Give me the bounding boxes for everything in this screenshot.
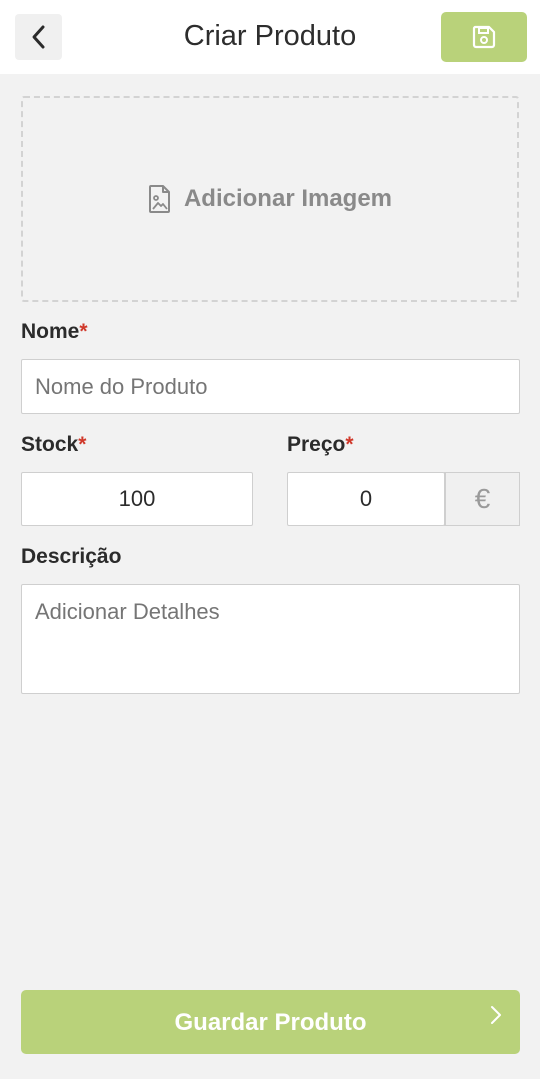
save-product-label: Guardar Produto (174, 1009, 367, 1036)
image-upload-area[interactable]: Adicionar Imagem (21, 96, 519, 302)
currency-addon: € (444, 472, 520, 526)
product-name-input[interactable] (21, 359, 520, 414)
price-input[interactable] (287, 472, 445, 526)
price-label: Preço* (287, 433, 354, 457)
stock-input[interactable] (21, 472, 253, 526)
name-label-text: Nome (21, 320, 80, 343)
description-textarea[interactable] (21, 584, 520, 694)
chevron-right-icon (491, 1006, 501, 1024)
name-label: Nome* (21, 320, 88, 344)
stock-required-mark: * (78, 433, 87, 456)
description-label: Descrição (21, 545, 121, 569)
add-image-label: Adicionar Imagem (183, 185, 393, 212)
app-header: Criar Produto (0, 0, 540, 74)
save-icon-button[interactable] (441, 12, 527, 62)
euro-icon: € (474, 483, 491, 514)
description-label-text: Descrição (21, 545, 122, 568)
image-file-icon (148, 185, 170, 213)
stock-label-text: Stock (21, 433, 79, 456)
price-label-text: Preço (287, 433, 346, 456)
floppy-disk-icon (472, 25, 496, 49)
stock-label: Stock* (21, 433, 86, 457)
name-required-mark: * (79, 320, 88, 343)
save-product-button[interactable]: Guardar Produto (21, 990, 520, 1054)
price-required-mark: * (345, 433, 354, 456)
